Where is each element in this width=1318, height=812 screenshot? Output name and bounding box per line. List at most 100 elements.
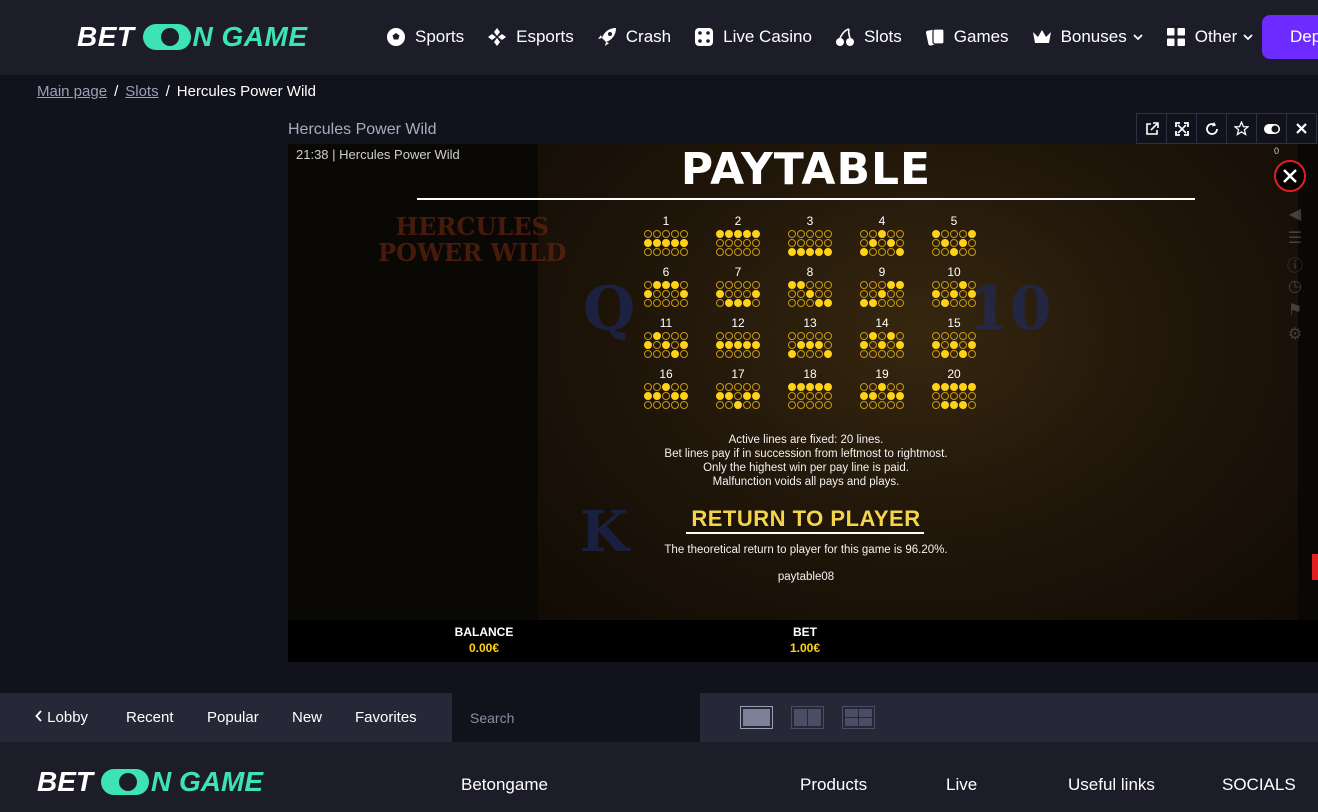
external-link-icon[interactable] [1136, 113, 1167, 144]
payline-number: 12 [731, 316, 745, 330]
payline-dot-active [959, 382, 967, 391]
history-icon[interactable]: ◷ [1288, 276, 1302, 300]
game-frame[interactable]: Q 10 K HERCULES POWER WILD 21:38 | Hercul… [288, 144, 1318, 662]
payline-dot-active [824, 382, 832, 391]
payline-dot [896, 400, 904, 409]
payline-dot [941, 391, 949, 400]
soccer-ball-icon [385, 26, 407, 48]
payline-dot [743, 400, 751, 409]
nav-live-casino[interactable]: Live Casino [693, 26, 812, 48]
payline-dot [653, 229, 661, 238]
language-icon[interactable]: ⚑ [1288, 300, 1302, 324]
payline-dot [653, 349, 661, 358]
logo-text-ngame: N GAME [192, 21, 308, 52]
payline-number: 5 [950, 214, 958, 228]
payline-dot [644, 229, 652, 238]
payline-dot-active [716, 391, 724, 400]
deposit-label: Dep [1290, 27, 1318, 46]
footer-logo[interactable]: BET N GAME [37, 766, 263, 798]
payline-number: 16 [659, 367, 673, 381]
nav-slots[interactable]: Slots [834, 26, 902, 48]
footer-col-live[interactable]: Live [946, 775, 977, 795]
payline-dot [806, 238, 814, 247]
title-underline [417, 198, 1195, 200]
payline-dot [752, 238, 760, 247]
deposit-button[interactable]: Dep [1262, 15, 1318, 59]
payline-dot [806, 391, 814, 400]
sound-icon[interactable]: ◀ [1289, 204, 1301, 228]
footer-col-useful-links[interactable]: Useful links [1068, 775, 1155, 795]
payline-dot-active [950, 382, 958, 391]
payline-dot [860, 289, 868, 298]
tab-popular[interactable]: Popular [207, 709, 259, 726]
payline-dot-active [797, 247, 805, 256]
payline-dot [860, 382, 868, 391]
payline-dot [788, 391, 796, 400]
layout-quad-button[interactable] [842, 706, 875, 729]
payline-dot-active [671, 391, 679, 400]
lobby-back-button[interactable]: Lobby [35, 709, 88, 726]
payline-dot [824, 280, 832, 289]
breadcrumb-main-page[interactable]: Main page [37, 83, 107, 100]
payline-dot [806, 349, 814, 358]
settings-icon[interactable]: ⚙ [1288, 324, 1302, 348]
payline-dot-active [860, 298, 868, 307]
nav-bonuses[interactable]: Bonuses [1031, 26, 1143, 48]
reload-icon[interactable] [1196, 113, 1227, 144]
payline-dot [896, 289, 904, 298]
menu-icon[interactable]: ☰ [1288, 228, 1302, 252]
payline-dot [824, 400, 832, 409]
game-title: Hercules Power Wild [288, 121, 437, 138]
payline-dot [968, 331, 976, 340]
payline-dot-active [824, 349, 832, 358]
paytable-close-button[interactable] [1274, 160, 1306, 192]
payline-dot-active [725, 391, 733, 400]
payline-dot-active [734, 298, 742, 307]
logo-text-ngame: N GAME [151, 766, 263, 797]
close-icon[interactable] [1286, 113, 1317, 144]
payline-dot [743, 280, 751, 289]
payline-dot [932, 391, 940, 400]
breadcrumb-slots[interactable]: Slots [125, 83, 158, 100]
payline-dot [806, 280, 814, 289]
payline-dot [950, 280, 958, 289]
payline-dot [860, 331, 868, 340]
layout-single-button[interactable] [740, 706, 773, 729]
site-logo[interactable]: BET N GAME [77, 20, 308, 54]
payline-dot [878, 280, 886, 289]
payline-12: 12 [702, 316, 774, 358]
info-icon[interactable]: ⓘ [1287, 252, 1303, 276]
nav-sports[interactable]: Sports [385, 26, 464, 48]
nav-other[interactable]: Other [1165, 26, 1254, 48]
rule-line: Only the highest win per pay line is pai… [703, 462, 909, 474]
payline-dot [932, 238, 940, 247]
nav-crash[interactable]: Crash [596, 26, 671, 48]
search-input[interactable] [470, 707, 690, 729]
payline-dot [653, 400, 661, 409]
payline-dot-active [896, 391, 904, 400]
payline-dot [959, 229, 967, 238]
payline-pattern [860, 280, 905, 307]
layout-double-button[interactable] [791, 706, 824, 729]
tab-new[interactable]: New [292, 709, 322, 726]
tab-recent[interactable]: Recent [126, 709, 174, 726]
payline-dot [968, 298, 976, 307]
nav-games[interactable]: Games [924, 26, 1009, 48]
payline-number: 19 [875, 367, 889, 381]
payline-dot [896, 298, 904, 307]
footer-col-socials[interactable]: SOCIALS [1222, 775, 1296, 795]
payline-dot-active [887, 238, 895, 247]
game-toolbar [1136, 113, 1317, 145]
footer-col-products[interactable]: Products [800, 775, 867, 795]
fullscreen-icon[interactable] [1166, 113, 1197, 144]
payline-16: 16 [630, 367, 702, 409]
nav-esports[interactable]: Esports [486, 26, 574, 48]
toggle-icon[interactable] [1256, 113, 1287, 144]
payline-dot [932, 331, 940, 340]
payline-dot-active [725, 229, 733, 238]
star-icon[interactable] [1226, 113, 1257, 144]
payline-dot-active [968, 229, 976, 238]
payline-dot [869, 382, 877, 391]
tab-favorites[interactable]: Favorites [355, 709, 417, 726]
footer-col-betongame[interactable]: Betongame [461, 775, 548, 795]
